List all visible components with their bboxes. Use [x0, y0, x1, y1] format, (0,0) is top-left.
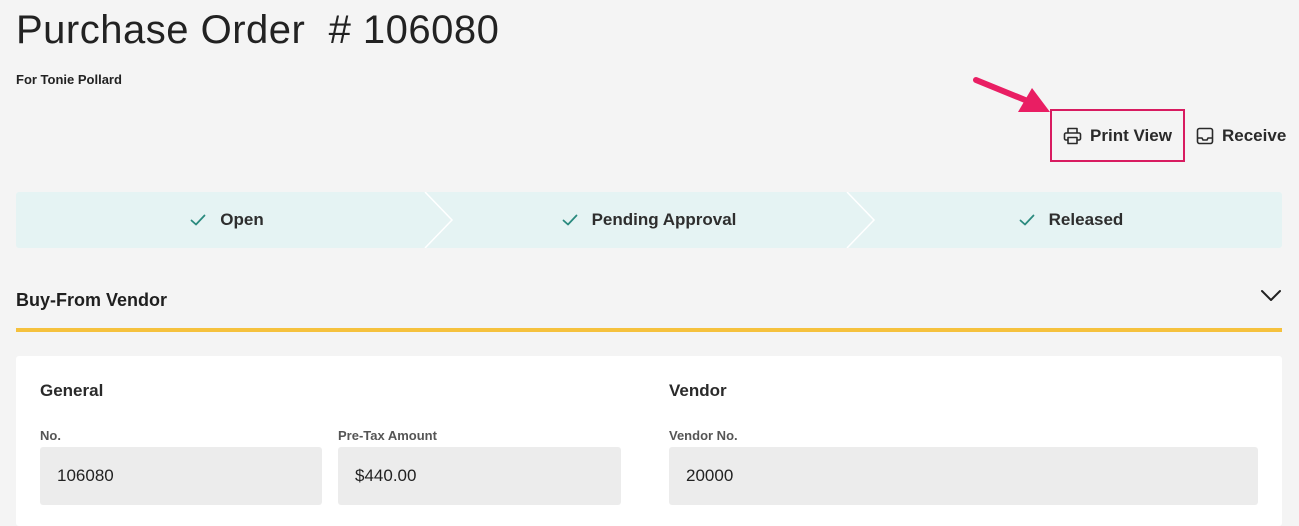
check-icon — [1019, 214, 1035, 226]
receive-label: Receive — [1222, 125, 1287, 145]
vendor-group-title: Vendor — [669, 381, 727, 400]
print-view-label: Print View — [1090, 125, 1172, 145]
receive-button[interactable]: Receive — [1196, 109, 1286, 162]
general-group-title: General — [40, 381, 104, 400]
step-label: Pending Approval — [591, 210, 737, 229]
status-stepper: Open Pending Approval Released — [16, 192, 1282, 248]
buy-from-vendor-section-header[interactable]: Buy-From Vendor — [16, 280, 1282, 332]
step-released: Released — [860, 192, 1282, 248]
vendor-no-field[interactable]: 20000 — [669, 447, 1258, 505]
vendor-details-card: General No. 106080 Pre-Tax Amount $440.0… — [16, 356, 1282, 526]
field-label-vendor-no: Vendor No. — [669, 428, 738, 443]
section-title: Buy-From Vendor — [16, 290, 168, 310]
step-pending-approval: Pending Approval — [438, 192, 876, 248]
step-label: Released — [1048, 210, 1124, 229]
no-field[interactable]: 106080 — [40, 447, 322, 505]
page-subtitle: For Tonie Pollard — [16, 72, 122, 87]
step-label: Open — [220, 210, 264, 229]
page-title: Purchase Order # 106080 — [16, 8, 500, 52]
pre-tax-amount-field[interactable]: $440.00 — [338, 447, 621, 505]
step-open: Open — [16, 192, 454, 248]
pointer-arrow-annotation — [973, 77, 1050, 112]
check-icon — [190, 214, 206, 226]
check-icon — [562, 214, 578, 226]
printer-icon — [1063, 127, 1082, 145]
chevron-down-icon[interactable] — [1260, 289, 1282, 303]
print-view-button[interactable]: Print View — [1050, 109, 1185, 162]
field-label-pre-tax-amount: Pre-Tax Amount — [338, 428, 437, 443]
inbox-icon — [1196, 127, 1214, 145]
field-label-no: No. — [40, 428, 61, 443]
